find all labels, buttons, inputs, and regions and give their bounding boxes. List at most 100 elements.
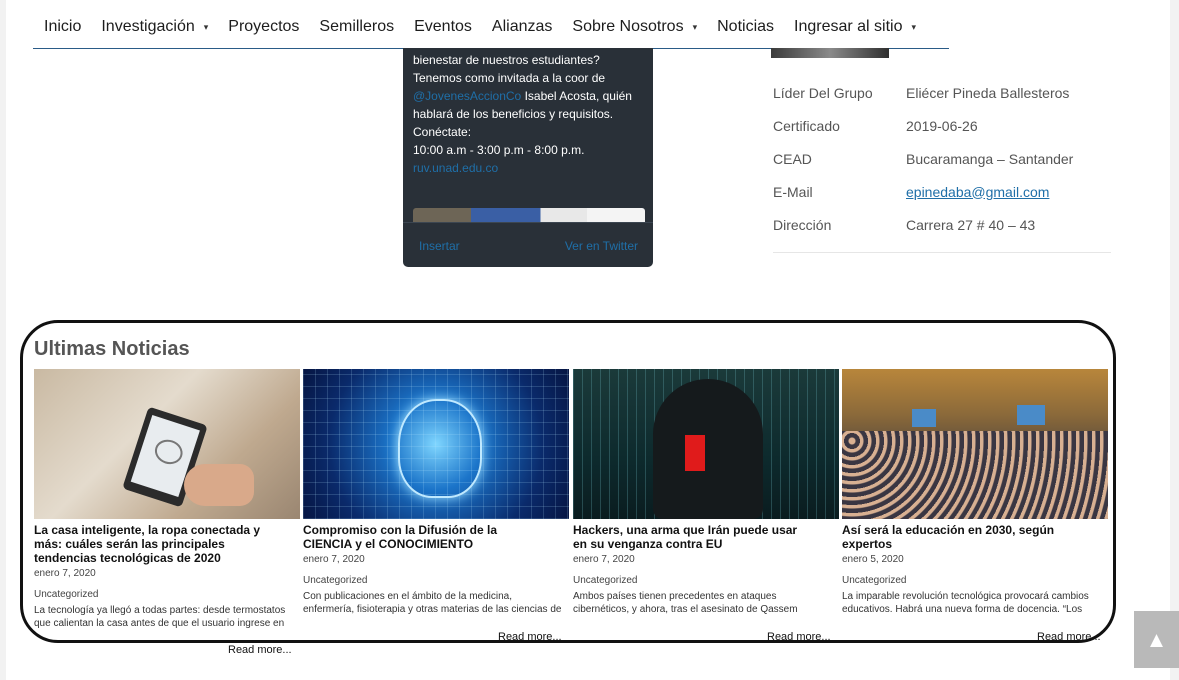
chevron-down-icon: ▾: [692, 21, 698, 32]
excerpt-line: enfermería, fisioterapia y otras materia…: [303, 604, 562, 615]
news-title-link[interactable]: La casa inteligente, la ropa conectada y…: [34, 523, 274, 565]
info-value: Eliécer Pineda Ballesteros: [906, 84, 1070, 101]
news-excerpt: La imparable revolución tecnológica prov…: [842, 590, 1114, 616]
tweet-line: Conéctate:: [413, 125, 472, 139]
nav-label: Inicio: [44, 18, 82, 35]
nav-label: Sobre Nosotros: [572, 18, 684, 35]
head-illustration: [398, 399, 482, 498]
news-thumbnail[interactable]: [303, 369, 569, 519]
news-card: Hackers, una arma que Irán puede usar en…: [573, 369, 839, 616]
news-date: enero 5, 2020: [842, 554, 904, 565]
tweet-url-link[interactable]: ruv.unad.edu.co: [413, 159, 648, 177]
news-title-link[interactable]: Hackers, una arma que Irán puede usar en…: [573, 523, 813, 551]
screen-illustration: [912, 409, 936, 427]
chevron-down-icon: ▾: [911, 21, 917, 32]
info-label: Dirección: [773, 216, 832, 233]
news-category[interactable]: Uncategorized: [303, 574, 569, 587]
tweet-embed-link[interactable]: Insertar: [419, 237, 460, 255]
excerpt-line: Con publicaciones en el ámbito de la med…: [303, 591, 513, 602]
nav-label: Ingresar al sitio: [794, 18, 903, 35]
nav-item-investigacion[interactable]: Investigación ▾: [91, 18, 218, 36]
info-label: E-Mail: [773, 183, 813, 200]
info-value: Bucaramanga – Santander: [906, 150, 1074, 167]
tweet-line: @JovenesAccionCo Isabel Acosta, quién: [413, 87, 648, 105]
info-value: 2019-06-26: [906, 117, 978, 134]
news-card: Compromiso con la Difusión de la CIENCIA…: [303, 369, 569, 616]
news-section-title: Ultimas Noticias: [34, 338, 190, 360]
tweet-mention-link[interactable]: @JovenesAccionCo: [413, 89, 521, 103]
group-photo: [771, 48, 889, 58]
info-label: Certificado: [773, 117, 840, 134]
info-row-cead: CEAD Bucaramanga – Santander: [773, 142, 1113, 175]
excerpt-line: Ambos países tienen precedentes en ataqu…: [573, 591, 777, 602]
nav-item-semilleros[interactable]: Semilleros: [309, 18, 404, 36]
news-thumbnail[interactable]: [34, 369, 300, 519]
news-grid: La casa inteligente, la ropa conectada y…: [34, 369, 1110, 669]
tweet-line-rest: Isabel Acosta, quién: [521, 89, 632, 103]
nav-label: Proyectos: [228, 18, 300, 35]
excerpt-line: que calientan la casa antes de que el us…: [34, 618, 285, 629]
nav-label: Investigación: [101, 18, 195, 35]
page-background-right: [1170, 0, 1179, 680]
news-category[interactable]: Uncategorized: [842, 574, 1108, 587]
nav-item-ingresar[interactable]: Ingresar al sitio ▾: [784, 18, 926, 36]
email-link[interactable]: epinedaba@gmail.com: [906, 184, 1049, 200]
nav-label: Alianzas: [491, 18, 553, 35]
screen-illustration: [1017, 405, 1045, 425]
news-thumbnail[interactable]: [573, 369, 839, 519]
info-divider: [773, 252, 1111, 253]
news-title-link[interactable]: Así será la educación en 2030, según exp…: [842, 523, 1082, 551]
news-date: enero 7, 2020: [573, 554, 635, 565]
nav-item-noticias[interactable]: Noticias: [707, 18, 784, 36]
news-excerpt: Ambos países tienen precedentes en ataqu…: [573, 590, 845, 616]
news-excerpt: Con publicaciones en el ámbito de la med…: [303, 590, 575, 616]
tweet-image-preview[interactable]: [413, 208, 645, 222]
tweet-line: Tenemos como invitada a la coor de: [413, 71, 606, 85]
main-navigation: Inicio Investigación ▾ Proyectos Semiller…: [33, 6, 949, 49]
excerpt-line: cibernéticos, y ahora, tras el asesinato…: [573, 604, 798, 615]
scroll-to-top-button[interactable]: ▲: [1134, 611, 1179, 668]
nav-item-alianzas[interactable]: Alianzas: [482, 18, 562, 36]
news-date: enero 7, 2020: [34, 568, 96, 579]
chevron-up-icon: ▲: [1145, 626, 1168, 652]
news-category[interactable]: Uncategorized: [573, 574, 839, 587]
info-label: Líder Del Grupo: [773, 84, 873, 101]
crowd-illustration: [842, 431, 1108, 519]
news-date: enero 7, 2020: [303, 554, 365, 565]
read-more-link[interactable]: Read more...: [1037, 631, 1101, 643]
red-face-glow: [685, 435, 705, 471]
read-more-link[interactable]: Read more...: [767, 631, 831, 643]
hooded-figure: [653, 379, 763, 519]
tweet-line: hablará de los beneficios y requisitos.: [413, 107, 614, 121]
excerpt-line: La tecnología ya llegó a todas partes: d…: [34, 605, 286, 616]
group-info-table: Líder Del Grupo Eliécer Pineda Ballester…: [773, 76, 1113, 241]
twitter-embed-card: bienestar de nuestros estudiantes? Tenem…: [403, 48, 653, 267]
read-more-link[interactable]: Read more...: [498, 631, 562, 643]
hand-illustration: [184, 464, 254, 506]
info-label: CEAD: [773, 150, 812, 167]
nav-label: Noticias: [717, 18, 775, 35]
nav-label: Eventos: [414, 18, 472, 35]
read-more-link[interactable]: Read more...: [228, 644, 292, 656]
tweet-divider: [403, 222, 653, 223]
info-row-direccion: Dirección Carrera 27 # 40 – 43: [773, 208, 1113, 241]
info-row-email: E-Mail epinedaba@gmail.com: [773, 175, 1113, 208]
info-row-certificado: Certificado 2019-06-26: [773, 109, 1113, 142]
tweet-line: 10:00 a.m - 3:00 p.m - 8:00 p.m.: [413, 143, 585, 157]
nav-item-proyectos[interactable]: Proyectos: [218, 18, 309, 36]
chevron-down-icon: ▾: [203, 21, 209, 32]
nav-item-eventos[interactable]: Eventos: [404, 18, 482, 36]
nav-item-sobre-nosotros[interactable]: Sobre Nosotros ▾: [562, 18, 707, 36]
view-on-twitter-link[interactable]: Ver en Twitter: [565, 237, 638, 255]
tweet-line: bienestar de nuestros estudiantes?: [413, 53, 600, 67]
news-thumbnail[interactable]: [842, 369, 1108, 519]
news-card: La casa inteligente, la ropa conectada y…: [34, 369, 300, 630]
news-card: Así será la educación en 2030, según exp…: [842, 369, 1108, 616]
news-category[interactable]: Uncategorized: [34, 588, 300, 601]
tweet-text: bienestar de nuestros estudiantes? Tenem…: [413, 51, 648, 177]
nav-label: Semilleros: [319, 18, 395, 35]
nav-item-inicio[interactable]: Inicio: [33, 18, 91, 36]
news-title-link[interactable]: Compromiso con la Difusión de la CIENCIA…: [303, 523, 543, 551]
excerpt-line: La imparable revolución tecnológica prov…: [842, 591, 1089, 602]
info-value: Carrera 27 # 40 – 43: [906, 216, 1036, 233]
